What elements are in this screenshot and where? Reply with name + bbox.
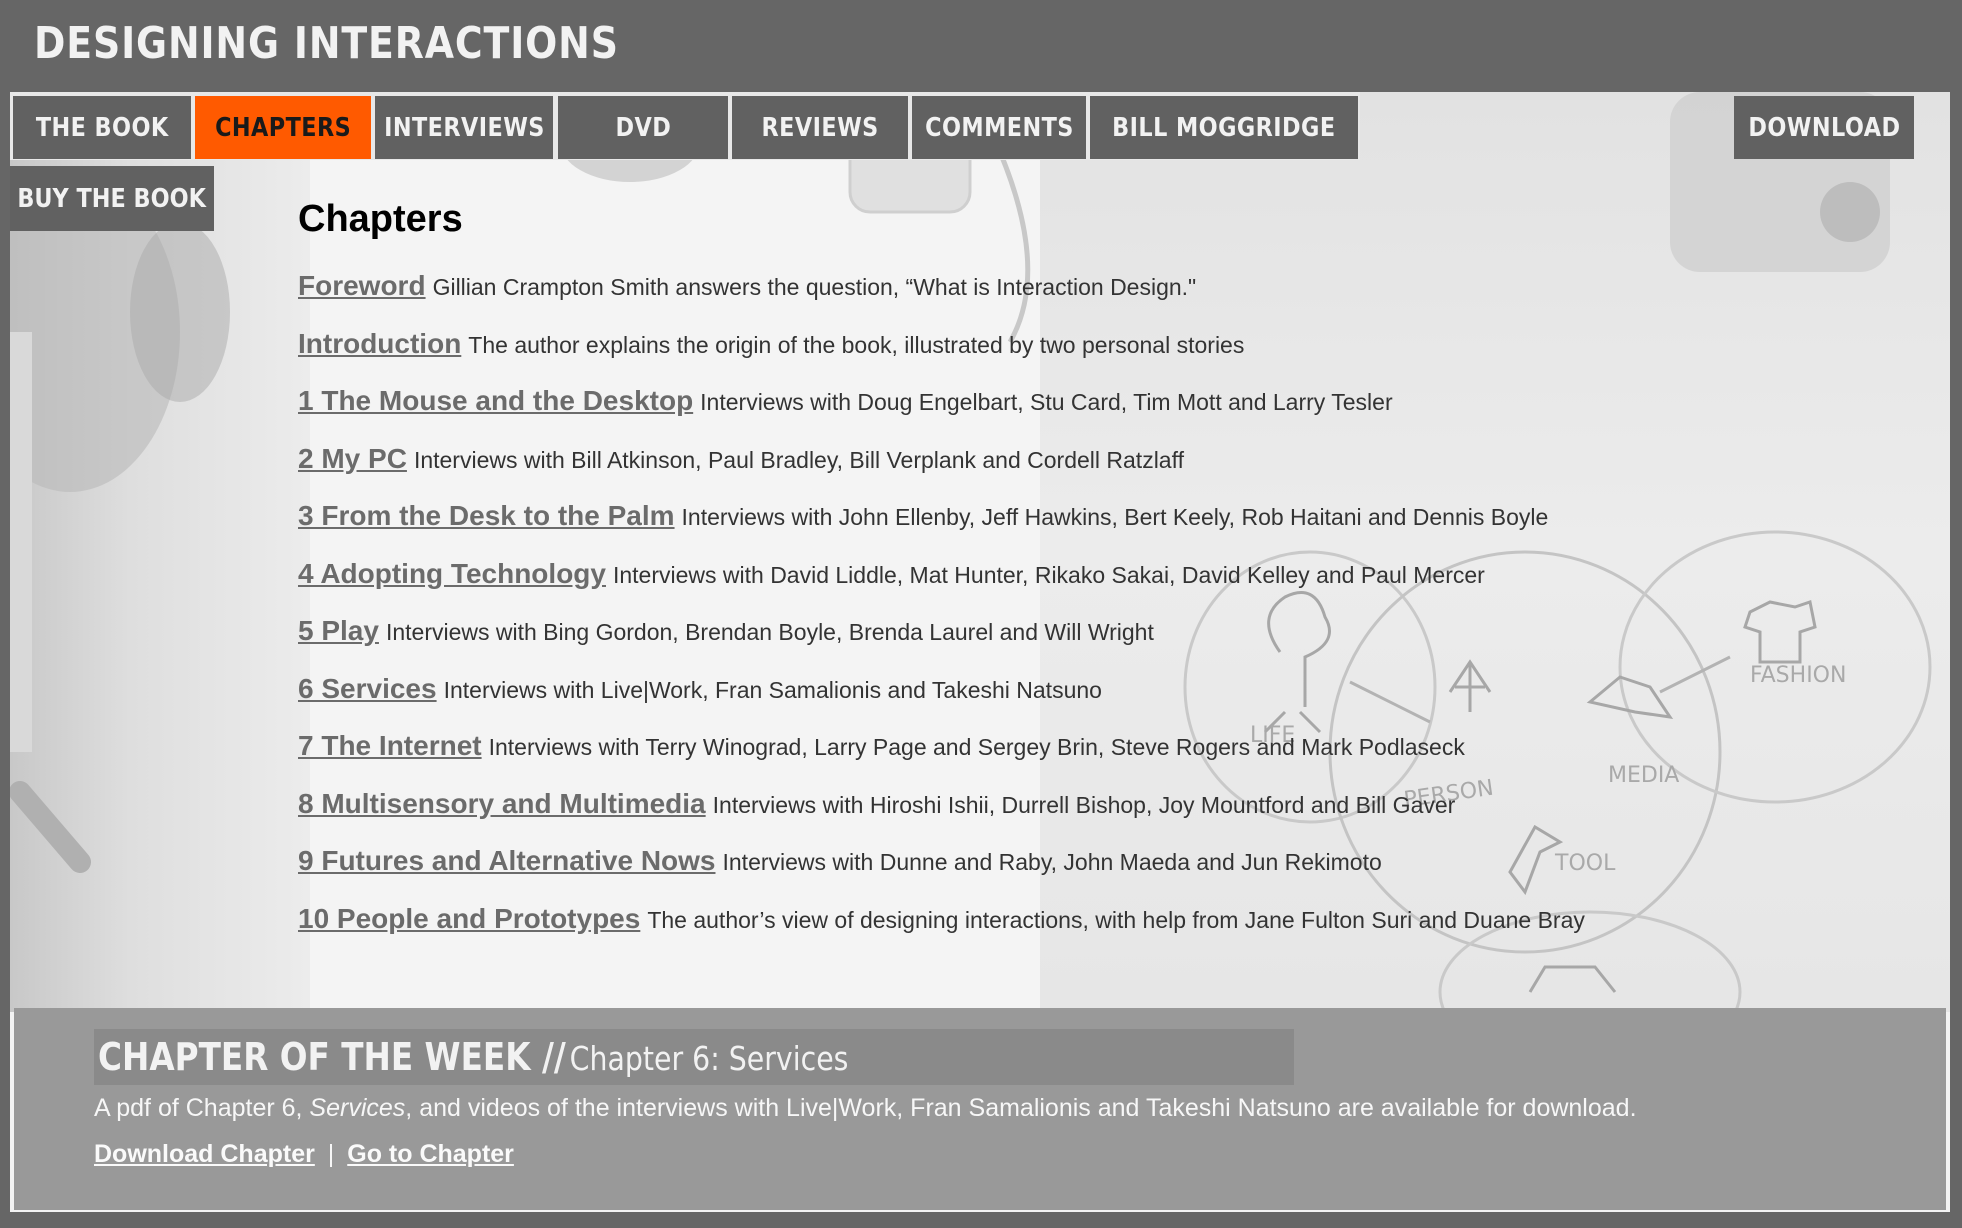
description-text: A pdf of Chapter 6,	[94, 1094, 310, 1122]
chapter-item-8: 8 Multisensory and Multimedia Interviews…	[298, 788, 1585, 846]
chapter-item-1: 1 The Mouse and the Desktop Interviews w…	[298, 385, 1585, 443]
nav-bill-moggridge[interactable]: BILL MOGGRIDGE	[1090, 96, 1358, 159]
nav-the-book[interactable]: THE BOOK	[13, 96, 191, 159]
chapter-item-3: 3 From the Desk to the Palm Interviews w…	[298, 500, 1585, 558]
description-text: , and videos of the interviews with Live…	[405, 1094, 1637, 1122]
chapter-description: Interviews with Dunne and Raby, John Mae…	[722, 849, 1382, 875]
page-title: Chapters	[298, 198, 463, 240]
chapter-item-6: 6 Services Interviews with Live|Work, Fr…	[298, 673, 1585, 731]
chapter-description: The author’s view of designing interacti…	[647, 906, 1585, 933]
nav-comments[interactable]: COMMENTS	[912, 96, 1086, 159]
chapter-description: Interviews with Doug Engelbart, Stu Card…	[700, 389, 1393, 415]
chapter-description: Interviews with Terry Winograd, Larry Pa…	[488, 734, 1465, 760]
chapter-link[interactable]: 3 From the Desk to the Palm	[298, 500, 675, 532]
chapter-description: Interviews with Bing Gordon, Brendan Boy…	[385, 619, 1154, 645]
chapter-link[interactable]: 5 Play	[298, 615, 379, 647]
chapter-link[interactable]: 9 Futures and Alternative Nows	[298, 845, 716, 877]
chapter-link[interactable]: 4 Adopting Technology	[298, 558, 606, 590]
site-title: DESIGNING INTERACTIONS	[34, 18, 619, 69]
chapter-list: Foreword Gillian Crampton Smith answers …	[298, 270, 1585, 960]
chapter-link[interactable]: 10 People and Prototypes	[298, 903, 640, 935]
chapter-description: Interviews with John Ellenby, Jeff Hawki…	[681, 504, 1549, 530]
nav-reviews[interactable]: REVIEWS	[732, 96, 908, 159]
sketch-label-media: MEDIA	[1608, 763, 1679, 788]
chapter-item-5: 5 Play Interviews with Bing Gordon, Bren…	[298, 615, 1585, 673]
chapter-link[interactable]: 2 My PC	[298, 443, 407, 475]
chapter-of-the-week-description: A pdf of Chapter 6, Services, and videos…	[94, 1094, 1637, 1123]
nav-download[interactable]: DOWNLOAD	[1734, 96, 1914, 159]
chapter-link[interactable]: 8 Multisensory and Multimedia	[298, 788, 706, 820]
chapter-item-7: 7 The Internet Interviews with Terry Win…	[298, 730, 1585, 788]
chapter-description: Interviews with David Liddle, Mat Hunter…	[612, 561, 1485, 588]
nav-chapters[interactable]: CHAPTERS	[195, 96, 371, 159]
chapter-description: Interviews with Hiroshi Ishii, Durrell B…	[712, 791, 1456, 818]
nav-dvd[interactable]: DVD	[558, 96, 728, 159]
sketch-label-fashion: FASHION	[1750, 663, 1846, 688]
description-chapter-name: Services	[309, 1094, 406, 1122]
chapter-link[interactable]: 1 The Mouse and the Desktop	[298, 385, 693, 417]
chapter-description: Interviews with Live|Work, Fran Samalion…	[443, 676, 1102, 703]
chapter-item-10: 10 People and Prototypes The author’s vi…	[298, 903, 1585, 961]
chapter-item-9: 9 Futures and Alternative Nows Interview…	[298, 845, 1585, 903]
chapter-description: Gillian Crampton Smith answers the quest…	[432, 274, 1197, 300]
chapter-item-foreword: Foreword Gillian Crampton Smith answers …	[298, 270, 1585, 328]
chapter-of-the-week-label: CHAPTER OF THE WEEK //	[98, 1035, 566, 1079]
go-to-chapter-link[interactable]: Go to Chapter	[347, 1140, 514, 1168]
chapter-item-4: 4 Adopting Technology Interviews with Da…	[298, 558, 1585, 616]
chapter-link[interactable]: 7 The Internet	[298, 730, 482, 762]
download-chapter-link[interactable]: Download Chapter	[94, 1140, 315, 1168]
chapter-item-2: 2 My PC Interviews with Bill Atkinson, P…	[298, 443, 1585, 501]
chapter-item-introduction: Introduction The author explains the ori…	[298, 328, 1585, 386]
chapter-of-the-week-title: Chapter 6: Services	[569, 1039, 849, 1078]
chapter-of-the-week-links: Download Chapter | Go to Chapter	[94, 1140, 514, 1169]
chapter-link[interactable]: Foreword	[298, 270, 426, 302]
chapter-link[interactable]: Introduction	[298, 328, 461, 360]
page: DESIGNING INTERACTIONS LIFE PERSON MEDIA…	[0, 0, 1962, 1228]
buy-the-book-button[interactable]: BUY THE BOOK	[10, 166, 214, 231]
nav-interviews[interactable]: INTERVIEWS	[375, 96, 553, 159]
link-separator: |	[327, 1140, 335, 1168]
chapter-of-the-week-banner: CHAPTER OF THE WEEK // Chapter 6: Servic…	[94, 1029, 1294, 1085]
chapter-link[interactable]: 6 Services	[298, 673, 437, 705]
chapter-description: The author explains the origin of the bo…	[468, 331, 1245, 358]
chapter-description: Interviews with Bill Atkinson, Paul Brad…	[413, 446, 1184, 473]
